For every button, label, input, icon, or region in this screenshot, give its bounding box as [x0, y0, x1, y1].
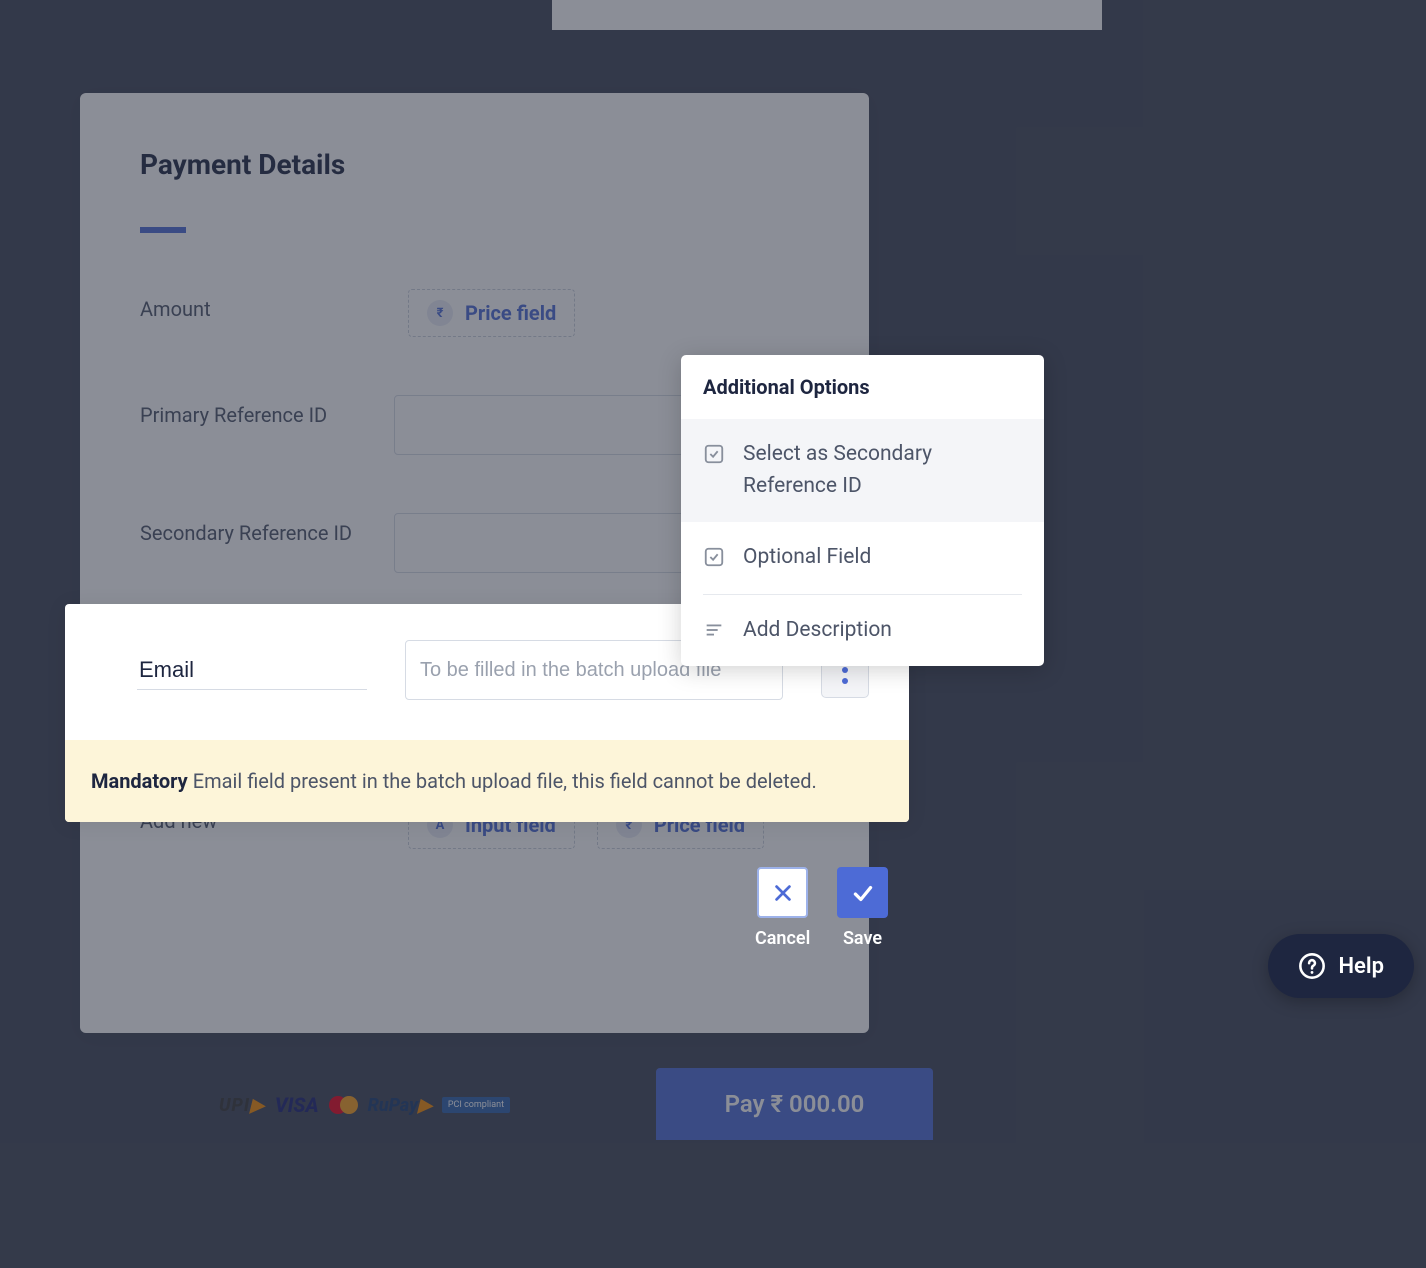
description-icon	[703, 619, 725, 641]
alert-text: Email field present in the batch upload …	[188, 769, 817, 793]
cancel-button[interactable]	[757, 867, 808, 918]
option-add-description[interactable]: Add Description	[681, 595, 1044, 667]
cancel-label: Cancel	[755, 928, 810, 949]
alert-strong: Mandatory	[91, 769, 188, 793]
save-label: Save	[843, 928, 882, 949]
option-optional-field[interactable]: Optional Field	[681, 522, 1044, 594]
kebab-dot-icon	[842, 678, 848, 684]
cancel-action: Cancel	[755, 867, 810, 949]
save-action: Save	[837, 867, 888, 949]
close-icon	[772, 882, 794, 904]
popover-title: Additional Options	[681, 355, 1044, 419]
checkbox-icon	[703, 546, 725, 568]
option-label: Select as Secondary Reference ID	[743, 439, 1022, 502]
check-icon	[850, 880, 876, 906]
option-label: Optional Field	[743, 542, 871, 574]
help-label: Help	[1338, 954, 1384, 979]
option-secondary-ref[interactable]: Select as Secondary Reference ID	[681, 419, 1044, 522]
help-icon	[1298, 952, 1326, 980]
field-name-input[interactable]	[137, 651, 367, 690]
additional-options-popover: Additional Options Select as Secondary R…	[681, 355, 1044, 666]
save-button[interactable]	[837, 867, 888, 918]
option-label: Add Description	[743, 615, 892, 647]
mandatory-alert: Mandatory Email field present in the bat…	[65, 740, 909, 822]
help-button[interactable]: Help	[1268, 934, 1414, 998]
kebab-dot-icon	[842, 667, 848, 673]
checkbox-icon	[703, 443, 725, 465]
